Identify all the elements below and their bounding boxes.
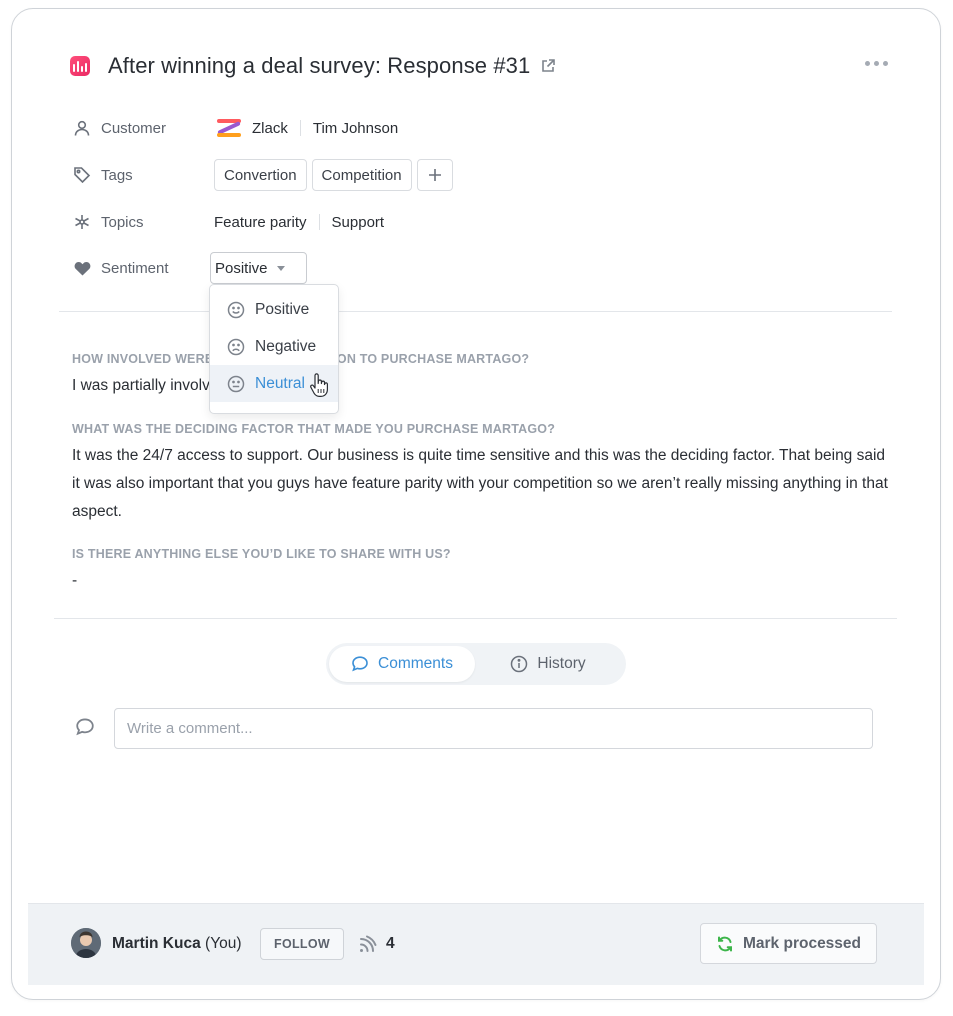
topics-row: Topics Feature parity Support — [72, 205, 384, 239]
asterisk-icon — [72, 212, 92, 232]
answer-3: - — [72, 572, 78, 589]
answer-1: I was partially involved — [72, 377, 228, 394]
question-3: IS THERE ANYTHING ELSE YOU’D LIKE TO SHA… — [72, 547, 451, 561]
page-title: After winning a deal survey: Response #3… — [108, 53, 531, 78]
avatar[interactable] — [71, 928, 101, 958]
sentiment-option-positive[interactable]: Positive — [210, 291, 338, 328]
customer-label: Customer — [101, 119, 167, 137]
option-label: Positive — [255, 300, 310, 318]
answer-2: It was the 24/7 access to support. Our b… — [72, 447, 888, 520]
tags-row: Tags Convertion Competition — [72, 158, 458, 192]
more-horizontal-icon[interactable] — [865, 61, 888, 66]
divider — [54, 618, 897, 619]
user-icon — [72, 118, 92, 138]
user-name: Martin Kuca — [112, 935, 201, 952]
frown-icon — [227, 338, 245, 355]
footer-bar: Martin Kuca (You) FOLLOW 4 Mark processe… — [28, 903, 924, 985]
tags-label: Tags — [101, 166, 133, 184]
tab-history[interactable]: History — [475, 646, 621, 682]
user-suffix: (You) — [205, 935, 242, 952]
tab-comments[interactable]: Comments — [329, 646, 475, 682]
customer-company[interactable]: Zlack — [252, 120, 288, 137]
sentiment-label: Sentiment — [101, 259, 169, 277]
divider — [59, 311, 892, 312]
followers-count: 4 — [386, 935, 395, 952]
plus-icon — [428, 169, 441, 181]
tab-label: History — [537, 655, 586, 672]
zlack-logo — [214, 116, 244, 140]
topic-item[interactable]: Support — [332, 214, 385, 231]
separator — [318, 214, 320, 230]
mark-processed-button[interactable]: Mark processed — [700, 923, 877, 964]
comment-input[interactable] — [114, 708, 873, 749]
refresh-icon — [717, 936, 732, 951]
header: After winning a deal survey: Response #3… — [70, 53, 556, 79]
rss-icon — [360, 935, 377, 952]
follow-button[interactable]: FOLLOW — [260, 928, 344, 960]
hand-cursor-icon — [310, 373, 329, 397]
comments-history-tabs: Comments History — [326, 643, 626, 685]
topics-label: Topics — [101, 213, 144, 231]
response-card: After winning a deal survey: Response #3… — [11, 8, 941, 1000]
bar-chart-icon — [70, 56, 90, 76]
sentiment-select[interactable]: Positive — [210, 252, 307, 284]
sentiment-option-negative[interactable]: Negative — [210, 328, 338, 365]
question-2: WHAT WAS THE DECIDING FACTOR THAT MADE Y… — [72, 422, 556, 436]
tag-icon — [72, 165, 92, 185]
info-icon — [511, 655, 528, 673]
tag-chip[interactable]: Competition — [311, 159, 412, 191]
option-label: Negative — [255, 337, 317, 355]
customer-row: Customer Zlack Tim Johnson — [72, 111, 398, 145]
mark-processed-label: Mark processed — [742, 934, 862, 952]
sentiment-selected-value: Positive — [215, 259, 268, 277]
smile-icon — [227, 301, 245, 318]
comment-icon — [76, 718, 94, 736]
caret-down-icon — [276, 265, 285, 271]
tag-chip[interactable]: Convertion — [214, 159, 307, 191]
topic-item[interactable]: Feature parity — [214, 214, 307, 231]
external-link-icon[interactable] — [540, 58, 556, 74]
heart-icon — [72, 258, 92, 278]
tab-label: Comments — [378, 655, 453, 672]
customer-person[interactable]: Tim Johnson — [313, 120, 398, 137]
sentiment-row: Sentiment Positive — [72, 251, 307, 285]
meh-icon — [227, 375, 245, 392]
current-user: Martin Kuca (You) — [112, 935, 242, 953]
comment-icon — [352, 656, 368, 672]
separator — [299, 120, 301, 136]
add-tag-button[interactable] — [416, 159, 453, 191]
option-label: Neutral — [255, 374, 305, 392]
